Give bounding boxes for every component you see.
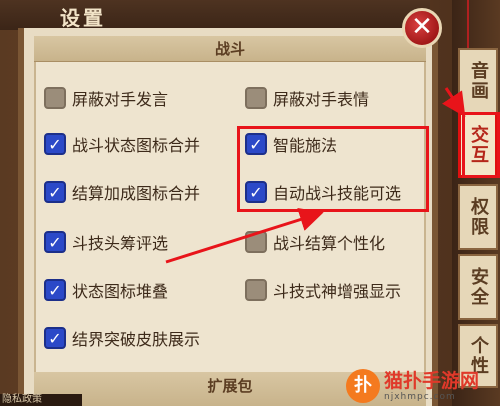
tab-security[interactable]: 安全 <box>458 254 498 320</box>
checkmark-icon[interactable]: ✓ <box>44 279 66 301</box>
option-stack-status-icons[interactable]: ✓ 状态图标堆叠 <box>44 276 168 304</box>
option-label: 战斗结算个性化 <box>273 234 386 253</box>
watermark-domain: njxhmpc.com <box>384 392 456 402</box>
checkbox[interactable] <box>44 87 66 109</box>
option-battle-result-personalize[interactable]: 战斗结算个性化 <box>245 228 385 256</box>
watermark: 扑 猫扑手游网 njxhmpc.com <box>346 366 500 406</box>
option-label: 屏蔽对手发言 <box>72 90 169 109</box>
checkbox[interactable] <box>245 231 267 253</box>
option-merge-settlement-bonus-icons[interactable]: ✓ 结算加成图标合并 <box>44 178 200 206</box>
page-title: 设置 <box>60 6 106 30</box>
option-shikigami-enhanced-display[interactable]: 斗技式神增强显示 <box>245 276 401 304</box>
option-label: 斗技式神增强显示 <box>273 282 402 301</box>
watermark-name: 猫扑手游网 <box>384 370 480 392</box>
highlight-annotation-box <box>237 126 429 212</box>
option-label: 屏蔽对手表情 <box>273 90 370 109</box>
privacy-policy-link[interactable]: 隐私政策 <box>0 394 82 406</box>
option-label: 状态图标堆叠 <box>72 282 169 301</box>
option-label: 斗技头筹评选 <box>72 234 169 253</box>
tab-permissions[interactable]: 权限 <box>458 184 498 250</box>
option-barrier-skin-display[interactable]: ✓ 结界突破皮肤展示 <box>44 324 200 352</box>
option-top-pick-selection[interactable]: ✓ 斗技头筹评选 <box>44 228 168 256</box>
watermark-logo-icon: 扑 <box>346 369 380 403</box>
option-merge-battle-status-icons[interactable]: ✓ 战斗状态图标合并 <box>44 130 200 158</box>
option-block-opponent-emotes[interactable]: 屏蔽对手表情 <box>245 84 369 112</box>
option-block-opponent-chat[interactable]: 屏蔽对手发言 <box>44 84 168 112</box>
option-label: 结算加成图标合并 <box>72 184 201 203</box>
checkmark-icon[interactable]: ✓ <box>44 327 66 349</box>
title-bar: 设置 <box>0 0 430 30</box>
close-icon[interactable]: ✕ <box>402 8 442 48</box>
checkmark-icon[interactable]: ✓ <box>44 133 66 155</box>
highlight-annotation-tab <box>462 112 500 178</box>
section-header-battle: 战斗 <box>34 36 426 62</box>
option-label: 结界突破皮肤展示 <box>72 330 201 349</box>
checkbox[interactable] <box>245 279 267 301</box>
checkmark-icon[interactable]: ✓ <box>44 231 66 253</box>
checkmark-icon[interactable]: ✓ <box>44 181 66 203</box>
option-label: 战斗状态图标合并 <box>72 136 201 155</box>
tab-audio-visual[interactable]: 音画 <box>458 48 498 114</box>
checkbox[interactable] <box>245 87 267 109</box>
